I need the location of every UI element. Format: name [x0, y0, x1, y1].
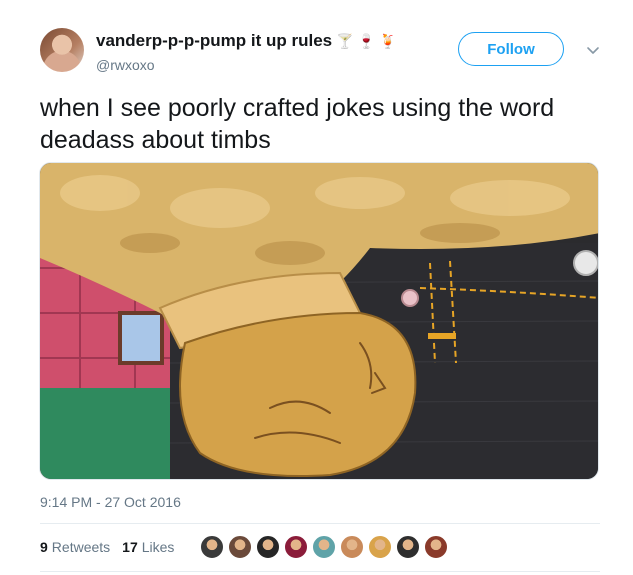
likes-label: Likes	[141, 539, 175, 555]
building-window	[118, 311, 164, 365]
liker-avatar[interactable]	[256, 535, 281, 559]
liker-avatar[interactable]	[340, 535, 365, 559]
retweets-label: Retweets	[51, 539, 111, 555]
retweets-count: 9	[40, 539, 48, 555]
author-handle[interactable]: @rwxoxo	[96, 57, 396, 73]
likes-count: 17	[122, 539, 138, 555]
tweet-text: when I see poorly crafted jokes using th…	[40, 94, 555, 154]
liker-avatar[interactable]	[284, 535, 309, 559]
fist	[179, 311, 417, 478]
chevron-down-icon[interactable]	[585, 42, 601, 58]
liker-avatar[interactable]	[424, 535, 449, 559]
liker-avatar[interactable]	[228, 535, 253, 559]
author-avatar[interactable]	[40, 28, 84, 72]
tweet-header: vanderp-p-p-pump it up rules 🍸 🍷 🍹 @rwxo…	[40, 22, 610, 78]
tweet-stats: 9 Retweets 17 Likes	[40, 531, 452, 563]
tweet-photo[interactable]	[39, 162, 599, 480]
follow-button[interactable]: Follow	[458, 32, 564, 66]
arthur-fist-photo	[40, 163, 598, 479]
cocktail-emoji-icon: 🍸	[336, 33, 354, 49]
rivet	[401, 289, 419, 307]
building-base	[40, 388, 190, 479]
tweet-timestamp[interactable]: 9:14 PM - 27 Oct 2016	[40, 494, 181, 510]
liker-avatar[interactable]	[312, 535, 337, 559]
liker-avatar[interactable]	[396, 535, 421, 559]
wine-glass-emoji-icon: 🍷	[357, 33, 375, 49]
divider	[40, 571, 600, 572]
jeans-button	[573, 250, 598, 276]
liker-avatar[interactable]	[368, 535, 393, 559]
divider	[40, 523, 600, 524]
likes-stat[interactable]: 17 Likes	[122, 539, 174, 555]
liker-avatars	[200, 535, 452, 559]
liker-avatar[interactable]	[200, 535, 225, 559]
display-name-text: vanderp-p-p-pump it up rules	[96, 31, 333, 50]
tropical-drink-emoji-icon: 🍹	[378, 33, 397, 49]
author-info[interactable]: vanderp-p-p-pump it up rules 🍸 🍷 🍹 @rwxo…	[96, 31, 396, 73]
author-display-name[interactable]: vanderp-p-p-pump it up rules 🍸 🍷 🍹	[96, 31, 396, 51]
retweets-stat[interactable]: 9 Retweets	[40, 539, 110, 555]
belt-loop	[428, 333, 456, 339]
